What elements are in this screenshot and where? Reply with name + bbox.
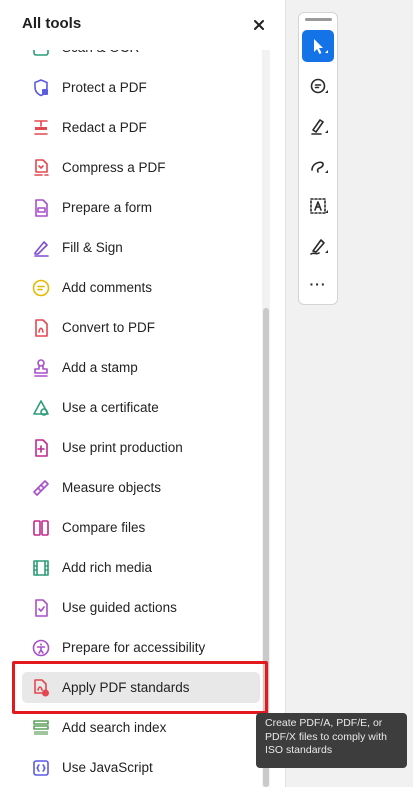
more-icon: ··· — [309, 276, 327, 292]
tool-item[interactable]: Use print production — [0, 428, 262, 468]
select-cursor-button[interactable] — [302, 30, 334, 62]
stamp-icon — [31, 358, 51, 378]
convert-pdf-icon — [31, 318, 51, 338]
text-box-button[interactable] — [302, 190, 334, 222]
tool-item[interactable]: Add comments — [0, 268, 262, 308]
tool-item-label: Use print production — [62, 440, 183, 455]
tool-item-label: Protect a PDF — [62, 80, 147, 95]
compare-files-icon — [31, 518, 51, 538]
tool-list: Scan & OCRProtect a PDFRedact a PDFCompr… — [0, 28, 262, 787]
tool-item[interactable]: Convert to PDF — [0, 308, 262, 348]
tool-item-label: Add rich media — [62, 560, 153, 575]
tool-item[interactable]: Use a certificate — [0, 388, 262, 428]
tool-item-label: Apply PDF standards — [62, 680, 190, 695]
tool-item-label: Compare files — [62, 520, 146, 535]
tool-item[interactable]: Use guided actions — [0, 588, 262, 628]
prepare-form-icon — [31, 198, 51, 218]
tool-item[interactable]: Redact a PDF — [0, 108, 262, 148]
tool-item[interactable]: Add a stamp — [0, 348, 262, 388]
tool-item-label: Compress a PDF — [62, 160, 166, 175]
more-tools-button[interactable]: ··· — [302, 270, 334, 302]
signature-button[interactable] — [302, 230, 334, 262]
tool-item-label: Redact a PDF — [62, 120, 147, 135]
tool-item[interactable]: Fill & Sign — [0, 228, 262, 268]
tool-item[interactable]: Apply PDF standards — [0, 668, 262, 708]
panel-header: All tools — [0, 0, 285, 50]
tool-item[interactable]: Measure objects — [0, 468, 262, 508]
tool-item-label: Use JavaScript — [62, 760, 153, 775]
guided-actions-icon — [31, 598, 51, 618]
close-icon — [254, 20, 264, 30]
tool-item-label: Prepare for accessibility — [62, 640, 206, 655]
comment-button[interactable] — [302, 70, 334, 102]
redact-pdf-icon — [31, 118, 51, 138]
tool-item-label: Use a certificate — [62, 400, 159, 415]
tool-item-label: Use guided actions — [62, 600, 177, 615]
tool-item[interactable]: Compress a PDF — [0, 148, 262, 188]
tool-item[interactable]: Prepare for accessibility — [0, 628, 262, 668]
tool-item[interactable]: Protect a PDF — [0, 68, 262, 108]
tool-item-label: Prepare a form — [62, 200, 153, 215]
close-button[interactable] — [250, 16, 268, 34]
rich-media-icon — [31, 558, 51, 578]
tool-item[interactable]: Compare files — [0, 508, 262, 548]
all-tools-panel: Scan & OCRProtect a PDFRedact a PDFCompr… — [0, 0, 285, 787]
quick-tools-toolbar: ··· — [298, 12, 338, 305]
javascript-icon — [31, 758, 51, 778]
panel-title: All tools — [22, 15, 82, 32]
tool-item-label: Add search index — [62, 720, 167, 735]
compress-pdf-icon — [31, 158, 51, 178]
freehand-draw-button[interactable] — [302, 150, 334, 182]
tool-item-label: Add comments — [62, 280, 153, 295]
toolbar-drag-handle[interactable] — [305, 18, 332, 21]
tooltip: Create PDF/A, PDF/E, or PDF/X files to c… — [256, 713, 407, 768]
tool-item[interactable]: Use JavaScript — [0, 748, 262, 787]
tool-item[interactable]: Add search index — [0, 708, 262, 748]
search-index-icon — [31, 718, 51, 738]
tool-item[interactable]: Prepare a form — [0, 188, 262, 228]
print-production-icon — [31, 438, 51, 458]
add-comments-icon — [31, 278, 51, 298]
pdf-standards-icon — [31, 678, 51, 698]
tool-item[interactable]: Add rich media — [0, 548, 262, 588]
tool-item-label: Convert to PDF — [62, 320, 156, 335]
protect-pdf-icon — [31, 78, 51, 98]
tool-item-label: Fill & Sign — [62, 240, 123, 255]
tool-item-label: Add a stamp — [62, 360, 138, 375]
certificate-icon — [31, 398, 51, 418]
tooltip-text: Create PDF/A, PDF/E, or PDF/X files to c… — [265, 717, 387, 756]
accessibility-icon — [31, 638, 51, 658]
tool-item-label: Measure objects — [62, 480, 162, 495]
measure-icon — [31, 478, 51, 498]
fill-sign-icon — [31, 238, 51, 258]
highlighter-button[interactable] — [302, 110, 334, 142]
